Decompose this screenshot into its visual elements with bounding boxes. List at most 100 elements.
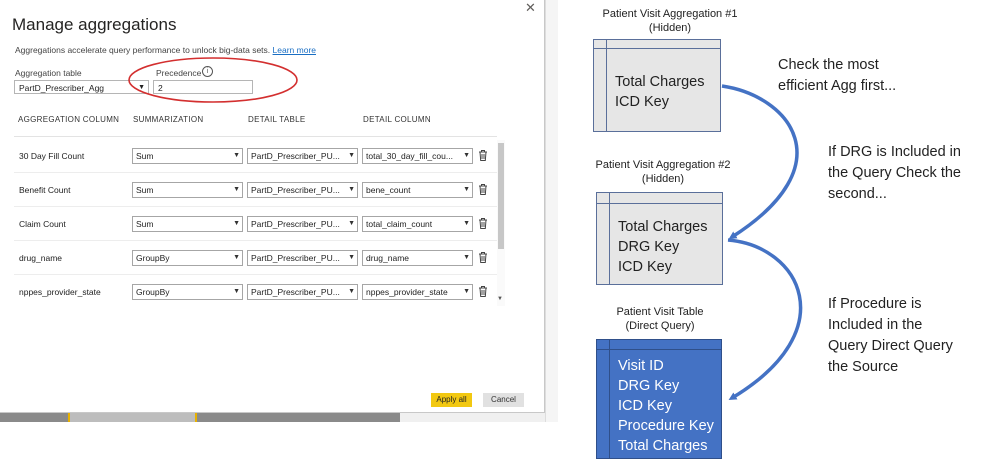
row-divider <box>14 274 497 275</box>
chevron-down-icon: ▼ <box>346 251 355 265</box>
detail-table-value: PartD_Prescriber_PU... <box>251 219 340 229</box>
chevron-down-icon: ▼ <box>231 149 240 163</box>
canvas-side-panel <box>545 0 558 422</box>
column-header-aggregation-column: AGGREGATION COLUMN <box>18 115 120 124</box>
delete-row-trash-icon[interactable] <box>477 149 489 162</box>
detail-table-value: PartD_Prescriber_PU... <box>251 253 340 263</box>
agg2-title-line: Patient Visit Aggregation #2 <box>595 159 731 171</box>
row-divider <box>14 240 497 241</box>
agg2-field: ICD Key <box>618 259 672 275</box>
summarization-value: Sum <box>136 219 154 229</box>
summarization-select[interactable]: Sum ▼ <box>132 148 243 164</box>
precedence-highlight-ellipse <box>128 57 298 103</box>
description-text: Aggregations accelerate query performanc… <box>15 45 271 55</box>
manage-aggregations-dialog: Manage aggregations ✕ Aggregations accel… <box>0 0 545 413</box>
chevron-down-icon: ▼ <box>231 251 240 265</box>
summarization-value: Sum <box>136 151 154 161</box>
aggregation-column-cell: 30 Day Fill Count <box>19 151 85 161</box>
note-procedure-direct-query: If Procedure is Included in the Query Di… <box>828 294 953 378</box>
delete-row-trash-icon[interactable] <box>477 251 489 264</box>
summarization-value: GroupBy <box>136 287 170 297</box>
detail-column-select[interactable]: drug_name ▼ <box>362 250 473 266</box>
note-line: the Query Check the <box>828 165 961 181</box>
note-line: Check the most <box>778 57 879 73</box>
note-line: Included in the <box>828 317 923 333</box>
summarization-select[interactable]: Sum ▼ <box>132 216 243 232</box>
detail-table-select[interactable]: PartD_Prescriber_PU... ▼ <box>247 182 358 198</box>
chevron-down-icon: ▼ <box>461 149 470 163</box>
table-title: Patient Visit Table (Direct Query) <box>575 305 745 333</box>
chevron-down-icon: ▼ <box>346 149 355 163</box>
summarization-select[interactable]: Sum ▼ <box>132 182 243 198</box>
chevron-down-icon: ▼ <box>461 183 470 197</box>
aggregation-column-cell: drug_name <box>19 253 63 263</box>
detail-column-value: total_30_day_fill_cou... <box>366 151 453 161</box>
detail-table-select[interactable]: PartD_Prescriber_PU... ▼ <box>247 148 358 164</box>
agg2-box: Total Charges DRG Key ICD Key <box>596 192 723 285</box>
summarization-value: GroupBy <box>136 253 170 263</box>
summarization-value: Sum <box>136 185 154 195</box>
note-line: second... <box>828 186 887 202</box>
column-header-detail-column: DETAIL COLUMN <box>363 115 431 124</box>
row-divider <box>14 172 497 173</box>
note-line: the Source <box>828 359 899 375</box>
summarization-select[interactable]: GroupBy ▼ <box>132 250 243 266</box>
detail-column-value: drug_name <box>366 253 410 263</box>
note-line: If Procedure is <box>828 296 922 312</box>
chevron-down-icon: ▼ <box>231 217 240 231</box>
delete-row-trash-icon[interactable] <box>477 217 489 230</box>
learn-more-link[interactable]: Learn more <box>273 45 316 55</box>
dialog-title: Manage aggregations <box>12 15 177 34</box>
apply-all-button[interactable]: Apply all <box>431 393 472 407</box>
table-subtitle-line: (Direct Query) <box>625 320 695 332</box>
detail-column-value: total_claim_count <box>366 219 433 229</box>
detail-table-select[interactable]: PartD_Prescriber_PU... ▼ <box>247 284 358 300</box>
chevron-down-icon: ▼ <box>346 217 355 231</box>
note-line: If DRG is Included in <box>828 144 961 160</box>
grid-header-divider <box>14 136 497 137</box>
agg1-field: ICD Key <box>615 94 669 110</box>
detail-column-select[interactable]: bene_count ▼ <box>362 182 473 198</box>
delete-row-trash-icon[interactable] <box>477 183 489 196</box>
detail-table-value: PartD_Prescriber_PU... <box>251 151 340 161</box>
aggregation-column-cell: nppes_provider_state <box>19 287 101 297</box>
column-header-detail-table: DETAIL TABLE <box>248 115 306 124</box>
agg1-field: Total Charges <box>615 74 705 90</box>
detail-column-select[interactable]: total_claim_count ▼ <box>362 216 473 232</box>
aggregation-table-value: PartD_Prescriber_Agg <box>19 83 105 93</box>
agg1-box: Total Charges ICD Key <box>593 39 721 132</box>
note-line: Query Direct Query <box>828 338 953 354</box>
patient-visit-table-box: Visit ID DRG Key ICD Key Procedure Key T… <box>596 339 722 459</box>
chevron-down-icon: ▼ <box>231 183 240 197</box>
detail-column-select[interactable]: total_30_day_fill_cou... ▼ <box>362 148 473 164</box>
chevron-down-icon: ▼ <box>231 285 240 299</box>
agg2-subtitle-line: (Hidden) <box>641 173 685 185</box>
agg1-title-line: Patient Visit Aggregation #1 <box>602 8 738 20</box>
cancel-button[interactable]: Cancel <box>483 393 524 407</box>
chevron-down-icon: ▼ <box>346 183 355 197</box>
detail-table-value: PartD_Prescriber_PU... <box>251 287 340 297</box>
aggregation-column-cell: Benefit Count <box>19 185 71 195</box>
detail-table-value: PartD_Prescriber_PU... <box>251 185 340 195</box>
dialog-description: Aggregations accelerate query performanc… <box>15 45 316 55</box>
agg2-title: Patient Visit Aggregation #2 (Hidden) <box>568 158 758 186</box>
summarization-select[interactable]: GroupBy ▼ <box>132 284 243 300</box>
close-icon[interactable]: ✕ <box>525 0 536 16</box>
chevron-down-icon: ▼ <box>461 217 470 231</box>
agg1-subtitle-line: (Hidden) <box>648 22 692 34</box>
detail-column-value: nppes_provider_state <box>366 287 448 297</box>
table-field: DRG Key <box>618 378 680 394</box>
detail-column-value: bene_count <box>366 185 411 195</box>
agg1-title: Patient Visit Aggregation #1 (Hidden) <box>575 7 765 35</box>
detail-column-select[interactable]: nppes_provider_state ▼ <box>362 284 473 300</box>
scroll-down-arrow-icon[interactable]: ▼ <box>497 296 503 302</box>
table-title-line: Patient Visit Table <box>616 306 704 318</box>
scrollbar-thumb[interactable] <box>498 143 504 249</box>
detail-table-select[interactable]: PartD_Prescriber_PU... ▼ <box>247 216 358 232</box>
chevron-down-icon: ▼ <box>461 251 470 265</box>
agg2-field: Total Charges <box>618 219 708 235</box>
delete-row-trash-icon[interactable] <box>477 285 489 298</box>
agg2-field: DRG Key <box>618 239 680 255</box>
table-field: Visit ID <box>618 358 664 374</box>
detail-table-select[interactable]: PartD_Prescriber_PU... ▼ <box>247 250 358 266</box>
